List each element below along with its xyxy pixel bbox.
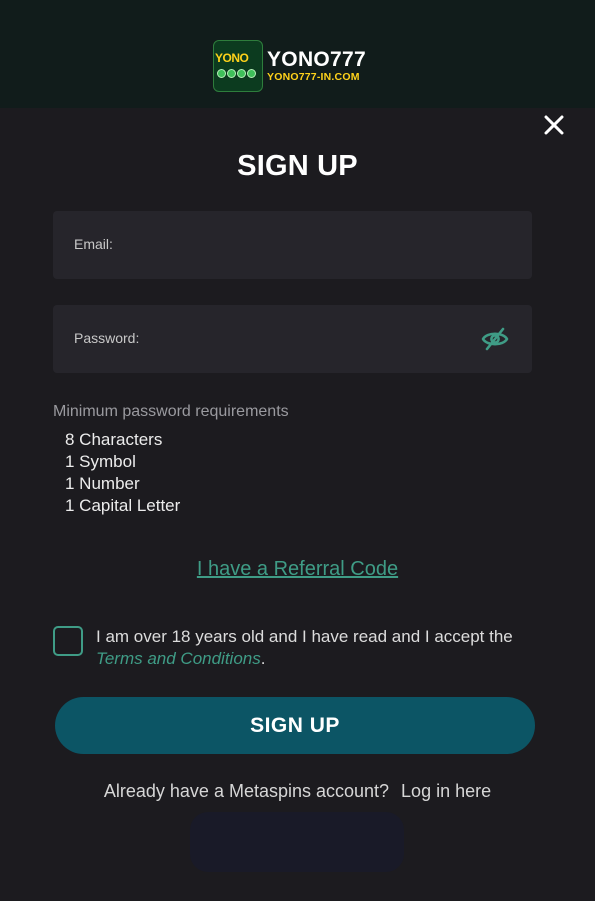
modal-title: SIGN UP	[237, 150, 358, 182]
requirement-item: 1 Symbol	[65, 452, 136, 471]
password-field[interactable]: Password:	[53, 305, 532, 373]
eye-off-icon	[481, 327, 509, 351]
brand-name: YONO777	[267, 48, 366, 72]
password-input[interactable]	[163, 325, 467, 355]
brand-domain: YONO777-IN.COM	[267, 71, 360, 84]
logo-badge-text: YONO	[215, 51, 249, 65]
password-requirements-title: Minimum password requirements	[53, 403, 289, 420]
password-visibility-toggle[interactable]	[481, 326, 509, 352]
close-button[interactable]	[543, 114, 565, 136]
terms-text: I am over 18 years old and I have read a…	[96, 626, 536, 670]
logo-chips-icon	[217, 69, 256, 78]
bottom-overlay-shape	[190, 812, 404, 872]
brand-logo[interactable]: YONO YONO777 YONO777-IN.COM	[213, 40, 366, 92]
terms-text-after: .	[260, 649, 266, 668]
login-prompt-row: Already have a Metaspins account? Log in …	[0, 781, 595, 802]
signup-page: YONO YONO777 YONO777-IN.COM SIGN UP Emai…	[0, 0, 595, 901]
password-label: Password:	[74, 330, 140, 346]
login-prompt: Already have a Metaspins account?	[103, 781, 390, 801]
requirement-item: 1 Capital Letter	[65, 496, 181, 515]
logo-badge-icon: YONO	[213, 40, 263, 92]
close-icon	[544, 115, 564, 135]
terms-checkbox[interactable]	[53, 626, 83, 656]
email-field[interactable]: Email:	[53, 211, 532, 279]
header-bar: YONO YONO777 YONO777-IN.COM	[0, 0, 595, 108]
terms-link[interactable]: Terms and Conditions	[96, 649, 261, 668]
terms-text-before: I am over 18 years old and I have read a…	[96, 627, 513, 646]
login-link[interactable]: Log in here	[401, 781, 491, 801]
email-input[interactable]	[143, 231, 467, 261]
referral-code-link[interactable]: I have a Referral Code	[0, 558, 595, 581]
password-requirements-list: 8 Characters 1 Symbol 1 Number 1 Capital…	[65, 429, 180, 517]
signup-button[interactable]: SIGN UP	[55, 697, 535, 754]
requirement-item: 1 Number	[65, 474, 140, 493]
logo-wordmark: YONO777 YONO777-IN.COM	[267, 49, 366, 83]
email-label: Email:	[74, 236, 113, 252]
requirement-item: 8 Characters	[65, 430, 163, 449]
